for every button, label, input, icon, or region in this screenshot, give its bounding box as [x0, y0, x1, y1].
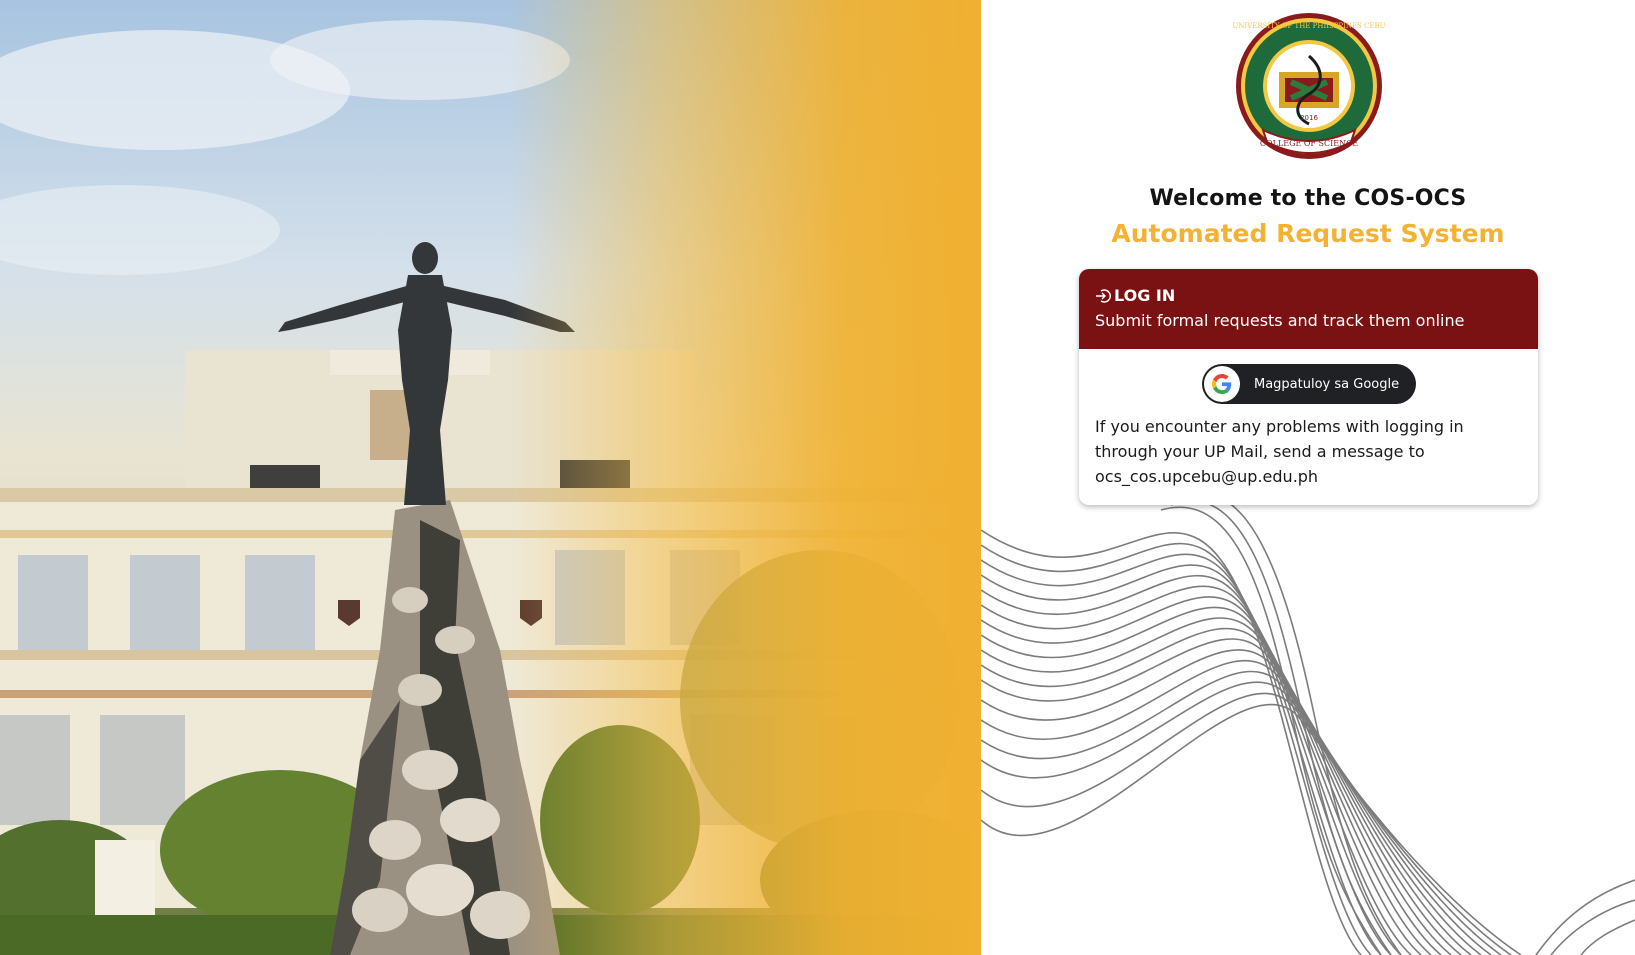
- google-signin-button[interactable]: Magpatuloy sa Google: [1202, 364, 1416, 404]
- hero-image: [0, 0, 981, 955]
- google-g-icon: [1204, 366, 1240, 402]
- seal-ring-text: UNIVERSITY OF THE PHILIPPINES CEBU: [1233, 22, 1385, 30]
- login-description: Submit formal requests and track them on…: [1095, 311, 1465, 330]
- system-name-heading: Automated Request System: [1111, 219, 1505, 248]
- hero-illustration: [0, 20, 981, 955]
- google-signin-label: Magpatuloy sa Google: [1254, 376, 1400, 392]
- welcome-heading: Welcome to the COS-OCS: [1149, 186, 1467, 211]
- login-help-text: If you encounter any problems with loggi…: [1095, 417, 1464, 486]
- login-card-header: LOG IN Submit formal requests and track …: [1079, 269, 1538, 349]
- college-seal-icon: COLLEGE OF SCIENCE 2016 UNIVERSITY OF TH…: [1233, 13, 1385, 159]
- login-title-row: LOG IN: [1095, 286, 1175, 305]
- login-title: LOG IN: [1114, 286, 1176, 305]
- login-panel: COLLEGE OF SCIENCE 2016 UNIVERSITY OF TH…: [981, 0, 1635, 955]
- seal-year: 2016: [1300, 114, 1318, 122]
- seal-ribbon-text: COLLEGE OF SCIENCE: [1260, 139, 1358, 148]
- login-icon: [1096, 288, 1111, 303]
